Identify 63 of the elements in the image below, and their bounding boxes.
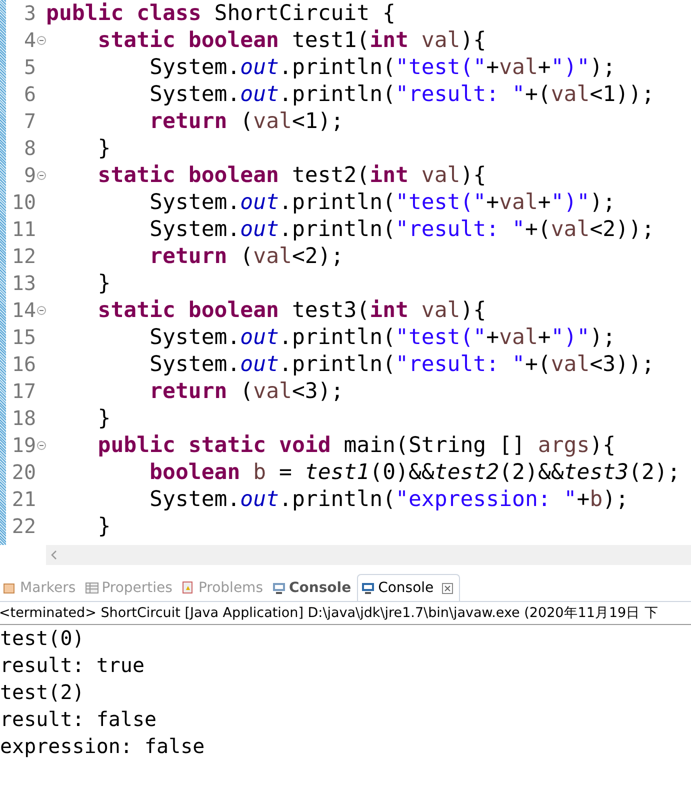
marker-icon [3, 581, 17, 595]
line-number: 10 [12, 189, 36, 216]
line-number: 9 [24, 162, 36, 189]
line-number: 3 [24, 0, 36, 27]
code-line: public static void main(String [] args){ [96, 432, 617, 459]
code-line: System.out.println("expression: "+b); [148, 486, 630, 513]
line-number: 17 [12, 378, 36, 405]
view-tab[interactable]: Console [268, 575, 358, 601]
view-tab[interactable]: Properties [82, 575, 178, 601]
console-output-line: test(0) [0, 625, 86, 652]
code-line: System.out.println("result: "+(val<3)); [148, 351, 656, 378]
line-number: 21 [12, 486, 36, 513]
code-line: public class ShortCircuit { [46, 0, 396, 27]
code-line: System.out.println("test("+val+")"); [148, 189, 617, 216]
collapse-icon[interactable] [37, 36, 46, 45]
line-number: 22 [12, 513, 36, 540]
monitor-icon [361, 581, 376, 595]
view-tab[interactable]: Console [357, 574, 460, 601]
line-number: 16 [12, 351, 36, 378]
code-line: System.out.println("test("+val+")"); [148, 54, 617, 81]
line-number: 14 [12, 297, 36, 324]
collapse-icon[interactable] [37, 171, 46, 180]
code-line: static boolean test2(int val){ [96, 162, 488, 189]
code-line: static boolean test3(int val){ [96, 297, 488, 324]
line-number: 19 [12, 432, 36, 459]
console-output-line: result: false [0, 706, 158, 733]
line-number: 12 [12, 243, 36, 270]
code-line: System.out.println("result: "+(val<1)); [148, 81, 656, 108]
line-number: 13 [12, 270, 36, 297]
code-line: } [96, 513, 112, 540]
line-number: 15 [12, 324, 36, 351]
code-line: static boolean test1(int val){ [96, 27, 488, 54]
code-line: } [96, 135, 112, 162]
code-line: System.out.println("result: "+(val<2)); [148, 216, 656, 243]
code-line: } [96, 405, 112, 432]
line-number: 7 [24, 108, 36, 135]
collapse-icon[interactable] [37, 306, 46, 315]
scroll-left-icon[interactable] [50, 550, 58, 560]
code-line: System.out.println("test("+val+")"); [148, 324, 617, 351]
monitor-icon [272, 581, 286, 595]
console-output-line: expression: false [0, 733, 206, 760]
warning-icon [181, 581, 196, 595]
line-number: 6 [24, 81, 36, 108]
table-icon [84, 581, 99, 595]
console-status: <terminated> ShortCircuit [Java Application] D:\java\jdk\jre1.7\bin\javaw.exe (2020年11月19日 下 [0, 602, 691, 625]
code-line: return (val<3); [148, 378, 345, 405]
code-line: return (val<1); [148, 108, 345, 135]
line-number: 18 [12, 405, 36, 432]
collapse-icon[interactable] [37, 441, 46, 450]
horizontal-scrollbar[interactable] [46, 545, 691, 565]
view-tab[interactable]: Problems [178, 575, 269, 601]
line-number: 5 [24, 54, 36, 81]
view-tab[interactable]: Markers [0, 575, 82, 601]
close-icon[interactable] [442, 582, 453, 594]
code-line: boolean b = test1(0)&&test2(2)&&test3(2); [148, 459, 682, 486]
line-number: 11 [12, 216, 36, 243]
console-output-line: result: true [0, 652, 146, 679]
line-number: 4 [24, 27, 36, 54]
line-number: 8 [24, 135, 36, 162]
line-number: 20 [12, 459, 36, 486]
console-output-line: test(2) [0, 679, 86, 706]
code-line: } [96, 270, 112, 297]
code-line: return (val<2); [148, 243, 345, 270]
